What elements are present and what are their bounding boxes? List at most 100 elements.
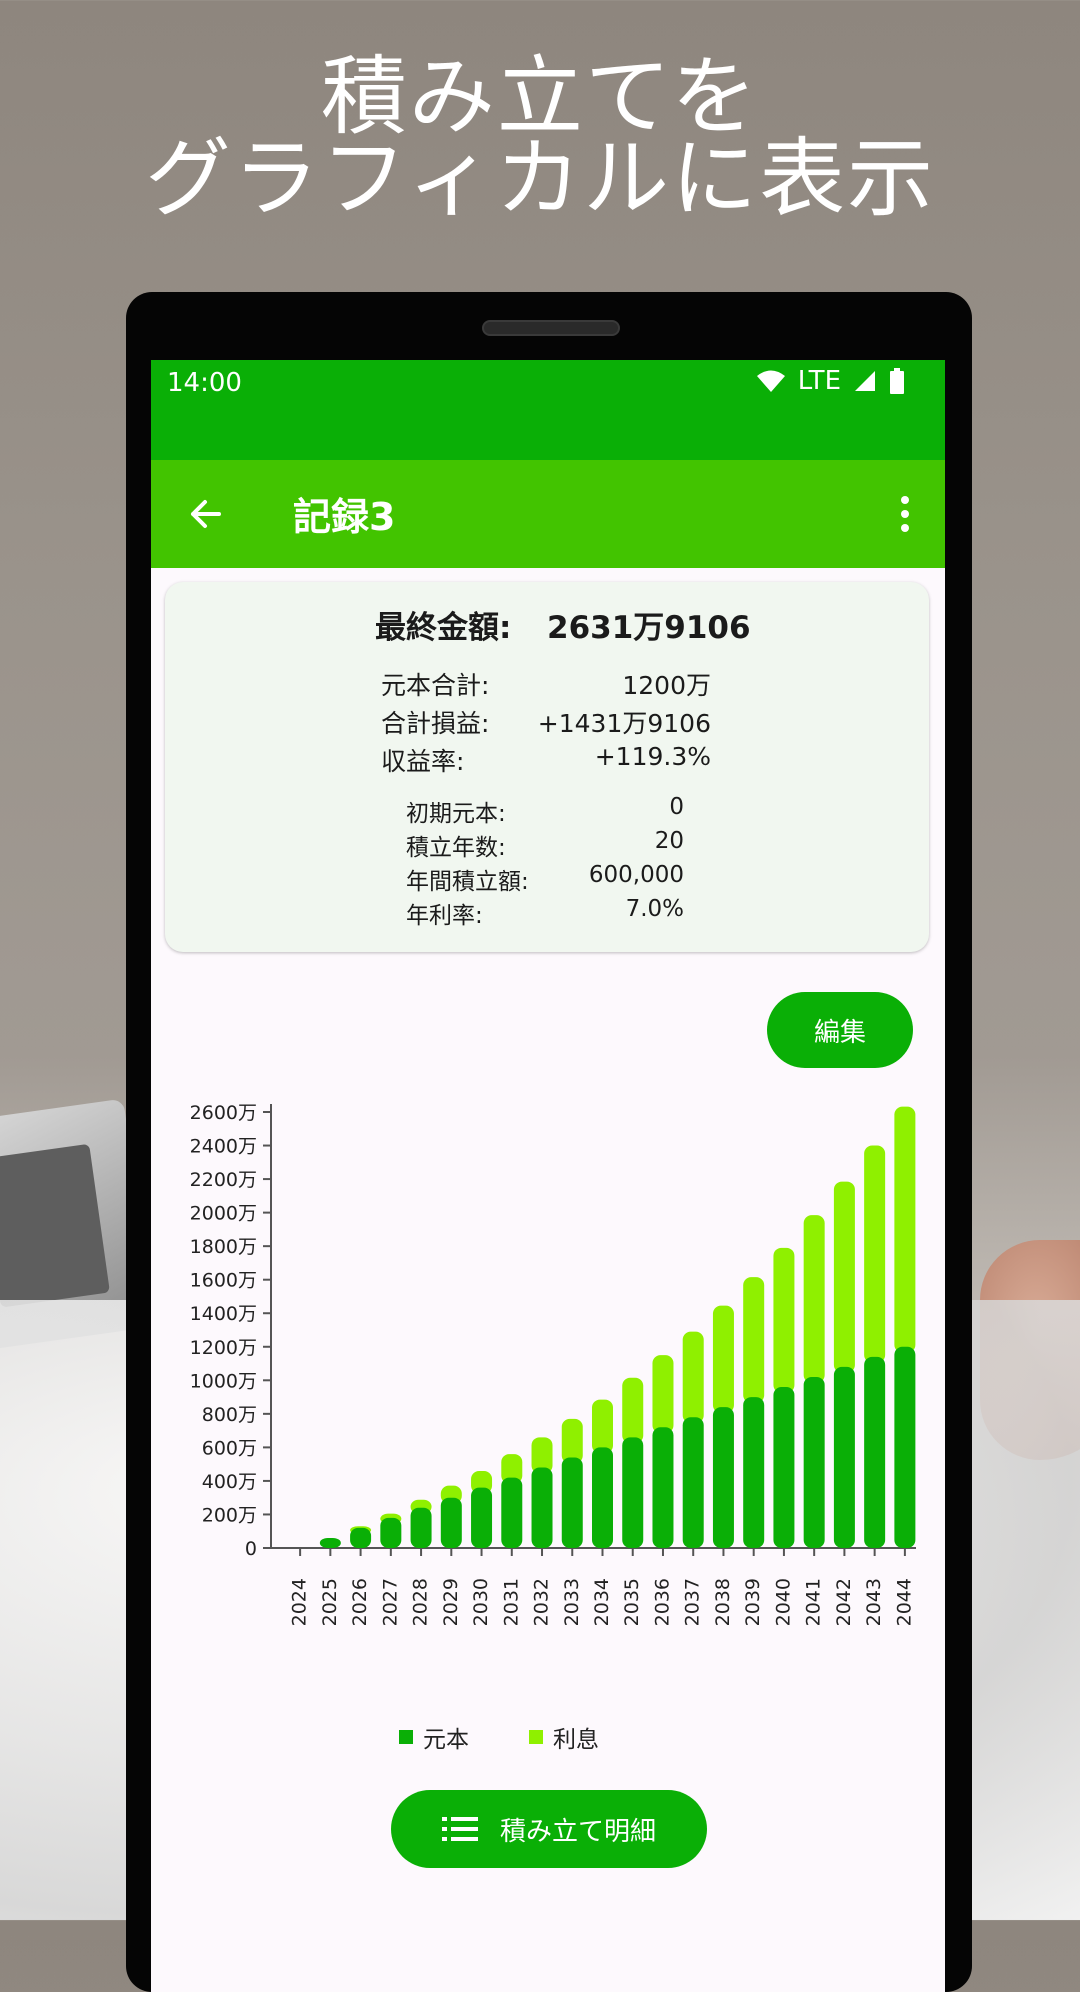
param-row-initial: 初期元本: 0 [406,794,684,827]
more-vert-icon[interactable] [885,488,925,540]
headline-line-2: グラフィカルに表示 [144,129,936,229]
phone-speaker [482,320,620,336]
legend-item-principal: 元本 [399,1720,469,1754]
bar-interest [712,1305,734,1414]
stat-label: 合計損益: [381,709,490,738]
x-tick-label: 2034 [591,1578,613,1626]
status-time: 14:00 [167,368,242,398]
bar-interest [652,1355,674,1434]
bar-interest [682,1331,704,1424]
edit-button[interactable]: 編集 [767,992,913,1068]
x-tick-label: 2024 [289,1578,311,1626]
detail-button[interactable]: 積み立て明細 [391,1790,707,1868]
stat-row-profit: 合計損益: +1431万9106 [381,704,711,738]
x-tick-label: 2043 [863,1578,885,1626]
x-tick-label: 2041 [803,1578,825,1626]
stacked-bar-chart: 0 200万 400万 600万 800万 1000万 1200万 1400万 1600万 180… [190,1102,916,1626]
param-row-years: 積立年数: 20 [406,828,684,861]
legend-label-interest: 利息 [553,1727,599,1753]
y-tick-label: 1000万 [190,1370,257,1392]
x-tick-label: 2029 [440,1578,462,1626]
x-tick-label: 2035 [621,1578,643,1626]
bar-interest [864,1145,886,1363]
y-tick-label: 2600万 [190,1102,257,1124]
y-tick-label: 0 [245,1538,257,1560]
battery-icon [890,368,904,394]
y-tick-label: 400万 [202,1471,257,1493]
status-bar: 14:00 LTE [151,360,945,460]
x-tick-label: 2030 [470,1578,492,1626]
stat-label: 元本合計: [381,671,490,700]
legend-swatch-principal [399,1730,413,1744]
legend-swatch-interest [529,1730,543,1744]
app-bar: 記録3 [151,460,945,568]
param-label: 年間積立額: [406,869,529,895]
bar-principal [440,1497,462,1548]
bar-principal [531,1467,553,1548]
param-value: 0 [669,794,684,820]
bar-principal [410,1507,432,1548]
bar-principal [350,1527,372,1548]
final-amount-value: 2631万9106 [547,610,751,646]
bar-principal [471,1487,493,1548]
bar-principal [894,1346,916,1548]
phone-frame: 14:00 LTE 記録3 最終金額: 2631万9106 元本合計: 1200… [126,292,972,1992]
stat-value: +119.3% [594,742,711,771]
bar-principal [501,1477,523,1548]
bar-interest [592,1399,613,1454]
bar-interest [803,1215,825,1383]
bar-principal [380,1517,402,1548]
param-label: 初期元本: [406,801,506,827]
stat-row-yield: 収益率: +119.3% [381,742,711,776]
x-tick-label: 2032 [531,1578,553,1626]
final-amount-label: 最終金額: [375,610,512,646]
page-title: 記録3 [293,495,396,539]
x-tick-label: 2025 [319,1578,341,1626]
bar-principal [864,1356,886,1548]
y-tick-label: 1200万 [190,1337,257,1359]
bar-interest [894,1106,916,1353]
x-tick-label: 2037 [682,1578,704,1626]
headline-line-1: 積み立てを [320,47,760,147]
y-tick-label: 200万 [202,1504,257,1526]
background-laptop-screen [0,1143,110,1308]
arrow-left-icon[interactable] [179,488,231,540]
param-value: 20 [654,828,684,854]
signal-icon [855,371,875,391]
x-tick-label: 2040 [772,1578,794,1626]
param-value: 7.0% [625,896,684,922]
stat-label: 収益率: [381,747,465,776]
y-tick-label: 1800万 [190,1236,257,1258]
detail-button-label: 積み立て明細 [499,1816,656,1847]
legend-item-interest: 利息 [529,1720,599,1754]
chart-legend: 元本 利息 [151,1720,945,1754]
bar-principal [833,1366,855,1548]
x-tick-label: 2039 [742,1578,764,1626]
bar-principal [743,1397,765,1548]
y-tick-label: 2000万 [190,1203,257,1225]
bar-principal [803,1376,825,1548]
y-tick-label: 600万 [202,1437,257,1459]
param-row-rate: 年利率: 7.0% [406,896,684,929]
y-tick-label: 800万 [202,1404,257,1426]
bar-interest [743,1277,765,1404]
bar-interest [833,1181,855,1373]
legend-label-principal: 元本 [423,1727,469,1753]
bar-interest [622,1377,644,1444]
bar-principal [561,1457,583,1548]
y-tick-label: 2200万 [190,1169,257,1191]
param-row-annual: 年間積立額: 600,000 [406,862,684,895]
x-tick-label: 2036 [651,1578,673,1626]
x-tick-label: 2042 [833,1578,855,1626]
stat-value: +1431万9106 [537,709,711,738]
bar-principal [682,1417,704,1548]
list-icon [441,1817,478,1841]
x-tick-label: 2027 [379,1578,401,1626]
bar-principal [592,1447,613,1548]
param-label: 積立年数: [406,835,506,861]
bar-principal [652,1427,674,1548]
network-type: LTE [797,366,841,396]
bar-principal [712,1407,734,1548]
x-tick-label: 2033 [561,1578,583,1626]
x-tick-label: 2038 [712,1578,734,1626]
